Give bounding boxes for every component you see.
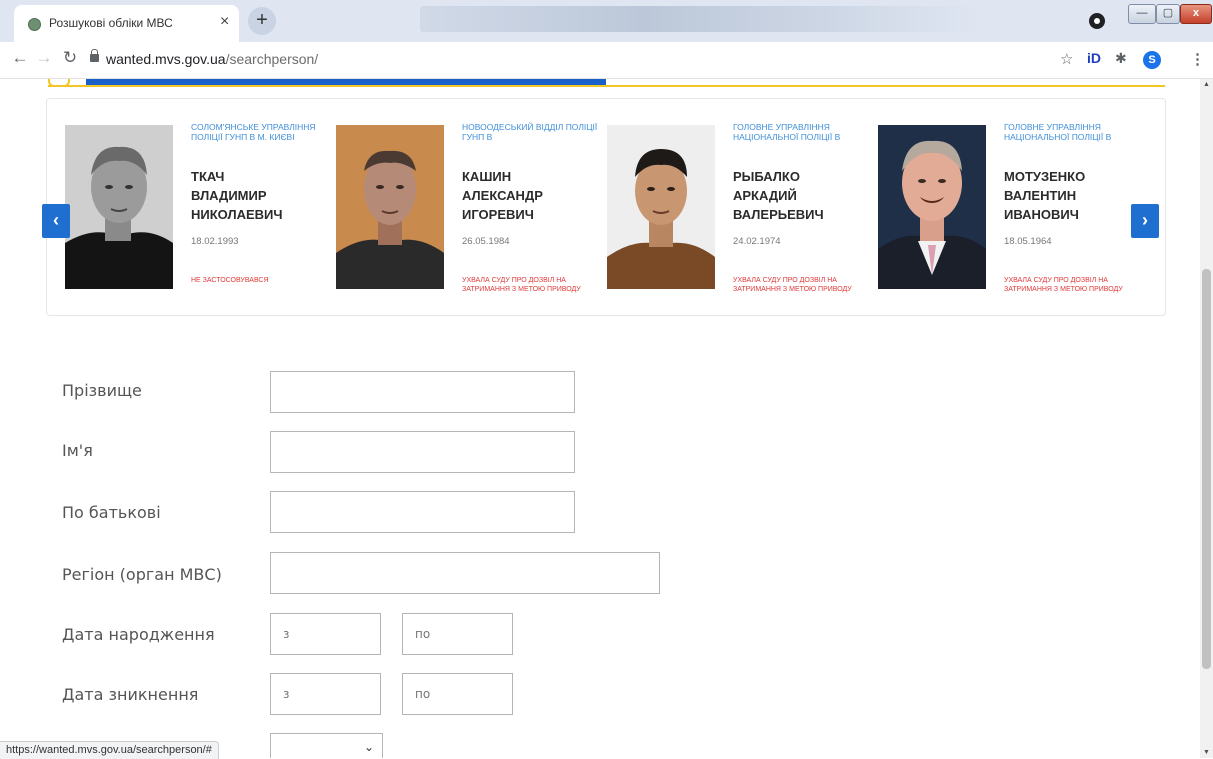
header-banner [48,79,1165,87]
person-photo[interactable] [336,125,444,289]
missing-date-label: Дата зникнення [62,685,199,704]
scroll-down-icon[interactable]: ▼ [1203,749,1210,756]
banner-logo-edge [48,79,70,87]
back-icon[interactable]: ← [10,48,30,68]
record-icon[interactable] [1089,13,1105,29]
surname-input[interactable] [270,371,575,413]
region-select[interactable]: ⌄ [270,733,383,758]
star-icon[interactable]: ☆ [1060,50,1073,68]
menu-icon[interactable]: ⋮ [1190,50,1205,68]
person-birth-date: 18.05.1964 [1004,236,1052,247]
tab-title: Розшукові обліки МВС [49,16,173,30]
site-favicon-icon [28,18,41,31]
birth-date-to-input[interactable] [402,613,513,655]
surname-label: Прізвище [62,381,142,400]
person-status: Ухвала суду про дозвіл на затримання з м… [733,277,852,293]
person-photo[interactable] [878,125,986,289]
birth-date-label: Дата народження [62,625,215,644]
browser-tab[interactable]: Розшукові обліки МВС × [14,5,239,42]
person-name[interactable]: КАШИН АЛЕКСАНДР ИГОРЕВИЧ [462,167,602,224]
person-photo[interactable] [65,125,173,289]
page-scrollbar[interactable]: ▲ ▼ [1200,79,1213,758]
region-input[interactable] [270,552,660,594]
new-tab-button[interactable]: + [248,7,276,35]
person-card[interactable]: Головне управління Національної поліції … [860,99,1130,315]
scroll-thumb[interactable] [1202,269,1211,669]
person-birth-date: 26.05.1984 [462,236,510,247]
carousel-next-button[interactable]: › [1131,204,1159,238]
lock-icon[interactable] [90,49,99,62]
carousel-prev-button[interactable]: ‹ [42,204,70,238]
person-status: Ухвала суду про дозвіл на затримання з м… [1004,277,1123,293]
profile-avatar[interactable]: S [1143,51,1161,69]
chevron-down-icon: ⌄ [363,740,374,754]
person-birth-date: 18.02.1993 [191,236,239,247]
scroll-up-icon[interactable]: ▲ [1203,81,1210,88]
patronymic-input[interactable] [270,491,575,533]
patronymic-label: По батькові [62,503,161,522]
window-close-button[interactable]: x [1180,4,1212,24]
status-bar-url: https://wanted.mvs.gov.ua/searchperson/# [0,741,219,759]
person-card[interactable]: Новоодеський відділ поліції ГУНП в КАШИН… [318,99,597,315]
puzzle-icon[interactable]: ✱ [1115,50,1127,67]
person-agency: Головне управління Національної поліції … [733,122,841,142]
browser-tabstrip: Розшукові обліки МВС × + — ▢ x [0,0,1213,42]
name-label: Ім'я [62,441,93,460]
blurred-window-title [420,6,980,32]
wanted-carousel: Солом'янське управління поліції ГУНП в м… [46,98,1166,316]
person-name[interactable]: РЫБАЛКО АРКАДИЙ ВАЛЕРЬЕВИЧ [733,167,873,224]
person-card[interactable]: Головне управління Національної поліції … [589,99,859,315]
person-agency: Солом'янське управління поліції ГУНП в м… [191,122,316,142]
name-input[interactable] [270,431,575,473]
banner-yellow-line [48,85,1165,87]
person-agency: Новоодеський відділ поліції ГУНП в [462,122,598,142]
browser-toolbar: ← → ↻ wanted.mvs.gov.ua/searchperson/ ☆ … [0,42,1213,79]
person-photo[interactable] [607,125,715,289]
person-status: Ухвала суду про дозвіл на затримання з м… [462,277,581,293]
region-label: Регіон (орган МВС) [62,565,222,584]
url-host: wanted.mvs.gov.ua [106,51,226,67]
tab-close-icon[interactable]: × [220,14,229,30]
page-content: Солом'янське управління поліції ГУНП в м… [0,79,1200,758]
person-agency: Головне управління Національної поліції … [1004,122,1112,142]
person-birth-date: 24.02.1974 [733,236,781,247]
url-path: /searchperson/ [225,51,319,67]
person-status: Не застосовувався [191,277,269,284]
missing-date-from-input[interactable] [270,673,381,715]
birth-date-from-input[interactable] [270,613,381,655]
person-name[interactable]: ТКАЧ ВЛАДИМИР НИКОЛАЕВИЧ [191,167,331,224]
address-bar[interactable]: wanted.mvs.gov.ua/searchperson/ [106,51,318,67]
missing-date-to-input[interactable] [402,673,513,715]
window-maximize-button[interactable]: ▢ [1156,4,1180,24]
reload-icon[interactable]: ↻ [60,48,80,68]
person-name[interactable]: МОТУЗЕНКО ВАЛЕНТИН ИВАНОВИЧ [1004,167,1144,224]
forward-icon[interactable]: → [34,48,54,68]
extension-icon[interactable]: iD [1087,50,1101,66]
person-card[interactable]: Солом'янське управління поліції ГУНП в м… [47,99,317,315]
window-minimize-button[interactable]: — [1128,4,1156,24]
